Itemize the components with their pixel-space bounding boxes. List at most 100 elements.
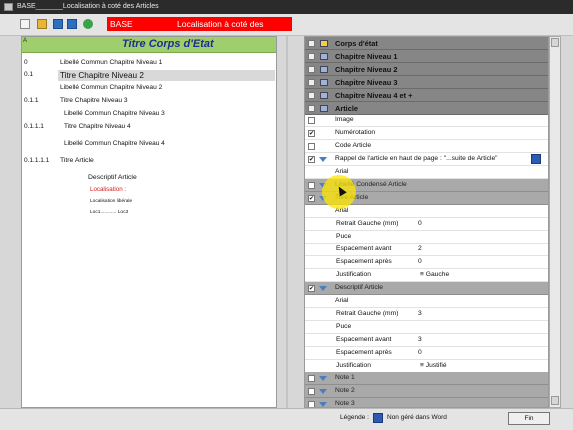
property-row[interactable]: Retrait Gauche (mm) 0 bbox=[305, 218, 548, 231]
row-label: Note 1 bbox=[335, 374, 355, 382]
scroll-down-button[interactable] bbox=[551, 396, 559, 405]
section-header-row[interactable]: Article bbox=[305, 101, 548, 115]
row-label: Arial bbox=[335, 297, 349, 304]
preview-line-text[interactable]: Localisation libérale bbox=[90, 199, 132, 204]
panel-divider[interactable] bbox=[286, 36, 288, 408]
row-label: Note 2 bbox=[335, 387, 355, 395]
preview-line-text[interactable]: Titre Chapitre Niveau 4 bbox=[64, 123, 131, 130]
section-header-row[interactable]: Chapitre Niveau 2 bbox=[305, 62, 548, 76]
preview-line-text[interactable]: Titre Chapitre Niveau 3 bbox=[60, 97, 128, 104]
row-checkbox[interactable]: ✔ bbox=[308, 156, 315, 164]
row-checkbox[interactable] bbox=[308, 65, 315, 73]
row-value[interactable]: ≡ Justifié bbox=[420, 362, 447, 369]
row-checkbox[interactable] bbox=[308, 375, 315, 383]
row-value[interactable]: 2 bbox=[418, 245, 422, 252]
row-value[interactable]: 0 bbox=[418, 349, 422, 356]
row-value[interactable]: ≡ Gauche bbox=[420, 271, 449, 278]
property-row[interactable]: Justification ≡ Justifié bbox=[305, 360, 548, 373]
row-checkbox[interactable] bbox=[308, 40, 315, 47]
property-row[interactable]: Espacement après 0 bbox=[305, 256, 548, 270]
option-row[interactable]: Code Article bbox=[305, 140, 548, 154]
row-checkbox[interactable] bbox=[308, 52, 315, 60]
row-label: Corps d'état bbox=[335, 39, 378, 48]
row-label: Puce bbox=[336, 322, 352, 330]
row-label: Retrait Gauche (mm) bbox=[336, 309, 399, 317]
row-checkbox[interactable]: ✔ bbox=[308, 130, 315, 138]
preview-line-number: 0 bbox=[24, 59, 28, 66]
expand-arrow-icon[interactable] bbox=[319, 286, 327, 292]
base-label: BASE bbox=[110, 19, 133, 29]
option-row[interactable]: ✔ Descriptif Article bbox=[305, 282, 548, 296]
row-label: Chapitre Niveau 1 bbox=[335, 51, 398, 61]
option-row[interactable]: Note 1 bbox=[305, 372, 548, 386]
preview-line-text[interactable]: Localisation : bbox=[90, 186, 126, 193]
section-header-row[interactable]: Chapitre Niveau 3 bbox=[305, 75, 548, 89]
scroll-up-button[interactable] bbox=[551, 38, 559, 47]
row-checkbox[interactable] bbox=[308, 181, 315, 189]
base-title-field[interactable]: BASE Localisation à coté des bbox=[107, 17, 292, 31]
property-row[interactable]: Espacement avant 2 bbox=[305, 243, 548, 257]
row-checkbox[interactable] bbox=[308, 401, 315, 407]
expand-arrow-icon[interactable] bbox=[319, 157, 327, 163]
row-checkbox[interactable] bbox=[308, 388, 315, 396]
row-label: Code Article bbox=[335, 142, 372, 150]
column-label: A bbox=[23, 38, 28, 44]
open-folder-icon[interactable] bbox=[37, 19, 47, 29]
new-document-icon[interactable] bbox=[20, 19, 30, 29]
row-label: Note 3 bbox=[335, 400, 355, 408]
property-row[interactable]: Puce bbox=[305, 231, 548, 244]
preview-line-text[interactable]: Libellé Commun Chapitre Niveau 2 bbox=[60, 84, 162, 91]
row-label: Espacement après bbox=[336, 348, 392, 356]
property-row[interactable]: Espacement après 0 bbox=[305, 347, 548, 360]
section-header-row[interactable]: Corps d'état bbox=[305, 37, 548, 50]
preview-line-number: 0.1 bbox=[24, 71, 34, 78]
format-icon bbox=[320, 40, 328, 47]
option-row[interactable]: Image bbox=[305, 114, 548, 128]
property-row[interactable]: Arial bbox=[305, 295, 548, 308]
property-row[interactable]: Justification ≡ Gauche bbox=[305, 269, 548, 283]
row-checkbox[interactable]: ✔ bbox=[308, 285, 315, 293]
row-label: Justification bbox=[336, 361, 371, 369]
row-value[interactable]: 0 bbox=[418, 220, 422, 227]
expand-arrow-icon[interactable] bbox=[319, 389, 327, 395]
preview-line-text[interactable]: Titre Chapitre Niveau 2 bbox=[60, 71, 144, 80]
save-as-icon[interactable] bbox=[67, 19, 77, 29]
row-checkbox[interactable] bbox=[308, 78, 315, 86]
row-value[interactable]: 0 bbox=[418, 258, 422, 265]
row-checkbox[interactable] bbox=[308, 143, 315, 151]
option-row[interactable]: ✔ Rappel de l'article en haut de page : "… bbox=[305, 153, 548, 167]
save-icon[interactable] bbox=[53, 19, 63, 29]
format-icon bbox=[320, 52, 328, 60]
property-row[interactable]: Espacement avant 3 bbox=[305, 334, 548, 347]
option-row[interactable]: Note 2 bbox=[305, 385, 548, 399]
row-label: Numérotation bbox=[335, 129, 376, 137]
preview-line-text[interactable]: Titre Article bbox=[60, 157, 94, 164]
export-icon[interactable] bbox=[83, 19, 93, 29]
expand-arrow-icon[interactable] bbox=[319, 376, 327, 382]
preview-line-text[interactable]: Libellé Commun Chapitre Niveau 3 bbox=[64, 110, 165, 117]
property-row[interactable]: Retrait Gauche (mm) 3 bbox=[305, 308, 548, 321]
option-row[interactable]: Note 3 bbox=[305, 398, 548, 408]
property-row[interactable]: Puce bbox=[305, 321, 548, 334]
expand-arrow-icon[interactable] bbox=[319, 402, 327, 407]
row-checkbox[interactable] bbox=[308, 104, 315, 112]
preview-line-text[interactable]: Libellé Commun Chapitre Niveau 1 bbox=[60, 59, 162, 66]
row-label: Article bbox=[335, 103, 359, 113]
row-checkbox[interactable] bbox=[308, 91, 315, 99]
row-label: Arial bbox=[335, 168, 349, 175]
preview-line-text[interactable]: Descriptif Article bbox=[88, 174, 137, 181]
section-header-row[interactable]: Chapitre Niveau 4 et + bbox=[305, 88, 548, 102]
section-header-row[interactable]: Chapitre Niveau 1 bbox=[305, 49, 548, 63]
option-row[interactable]: ✔ Numérotation bbox=[305, 127, 548, 141]
preview-line-text[interactable]: Loc1............ Loc3 bbox=[90, 210, 128, 215]
preview-line-text[interactable]: Libellé Commun Chapitre Niveau 4 bbox=[64, 140, 165, 147]
row-checkbox[interactable] bbox=[308, 117, 315, 125]
fin-button[interactable]: Fin bbox=[508, 412, 550, 425]
preview-line-number: 0.1.1.1 bbox=[24, 123, 44, 130]
settings-scrollbar[interactable] bbox=[549, 36, 561, 408]
row-value[interactable]: 3 bbox=[418, 310, 422, 317]
base-description: Localisation à coté des bbox=[177, 19, 264, 29]
preview-line-number: 0.1.1 bbox=[24, 97, 39, 104]
row-checkbox[interactable]: ✔ bbox=[308, 194, 315, 202]
row-value[interactable]: 3 bbox=[418, 336, 422, 343]
